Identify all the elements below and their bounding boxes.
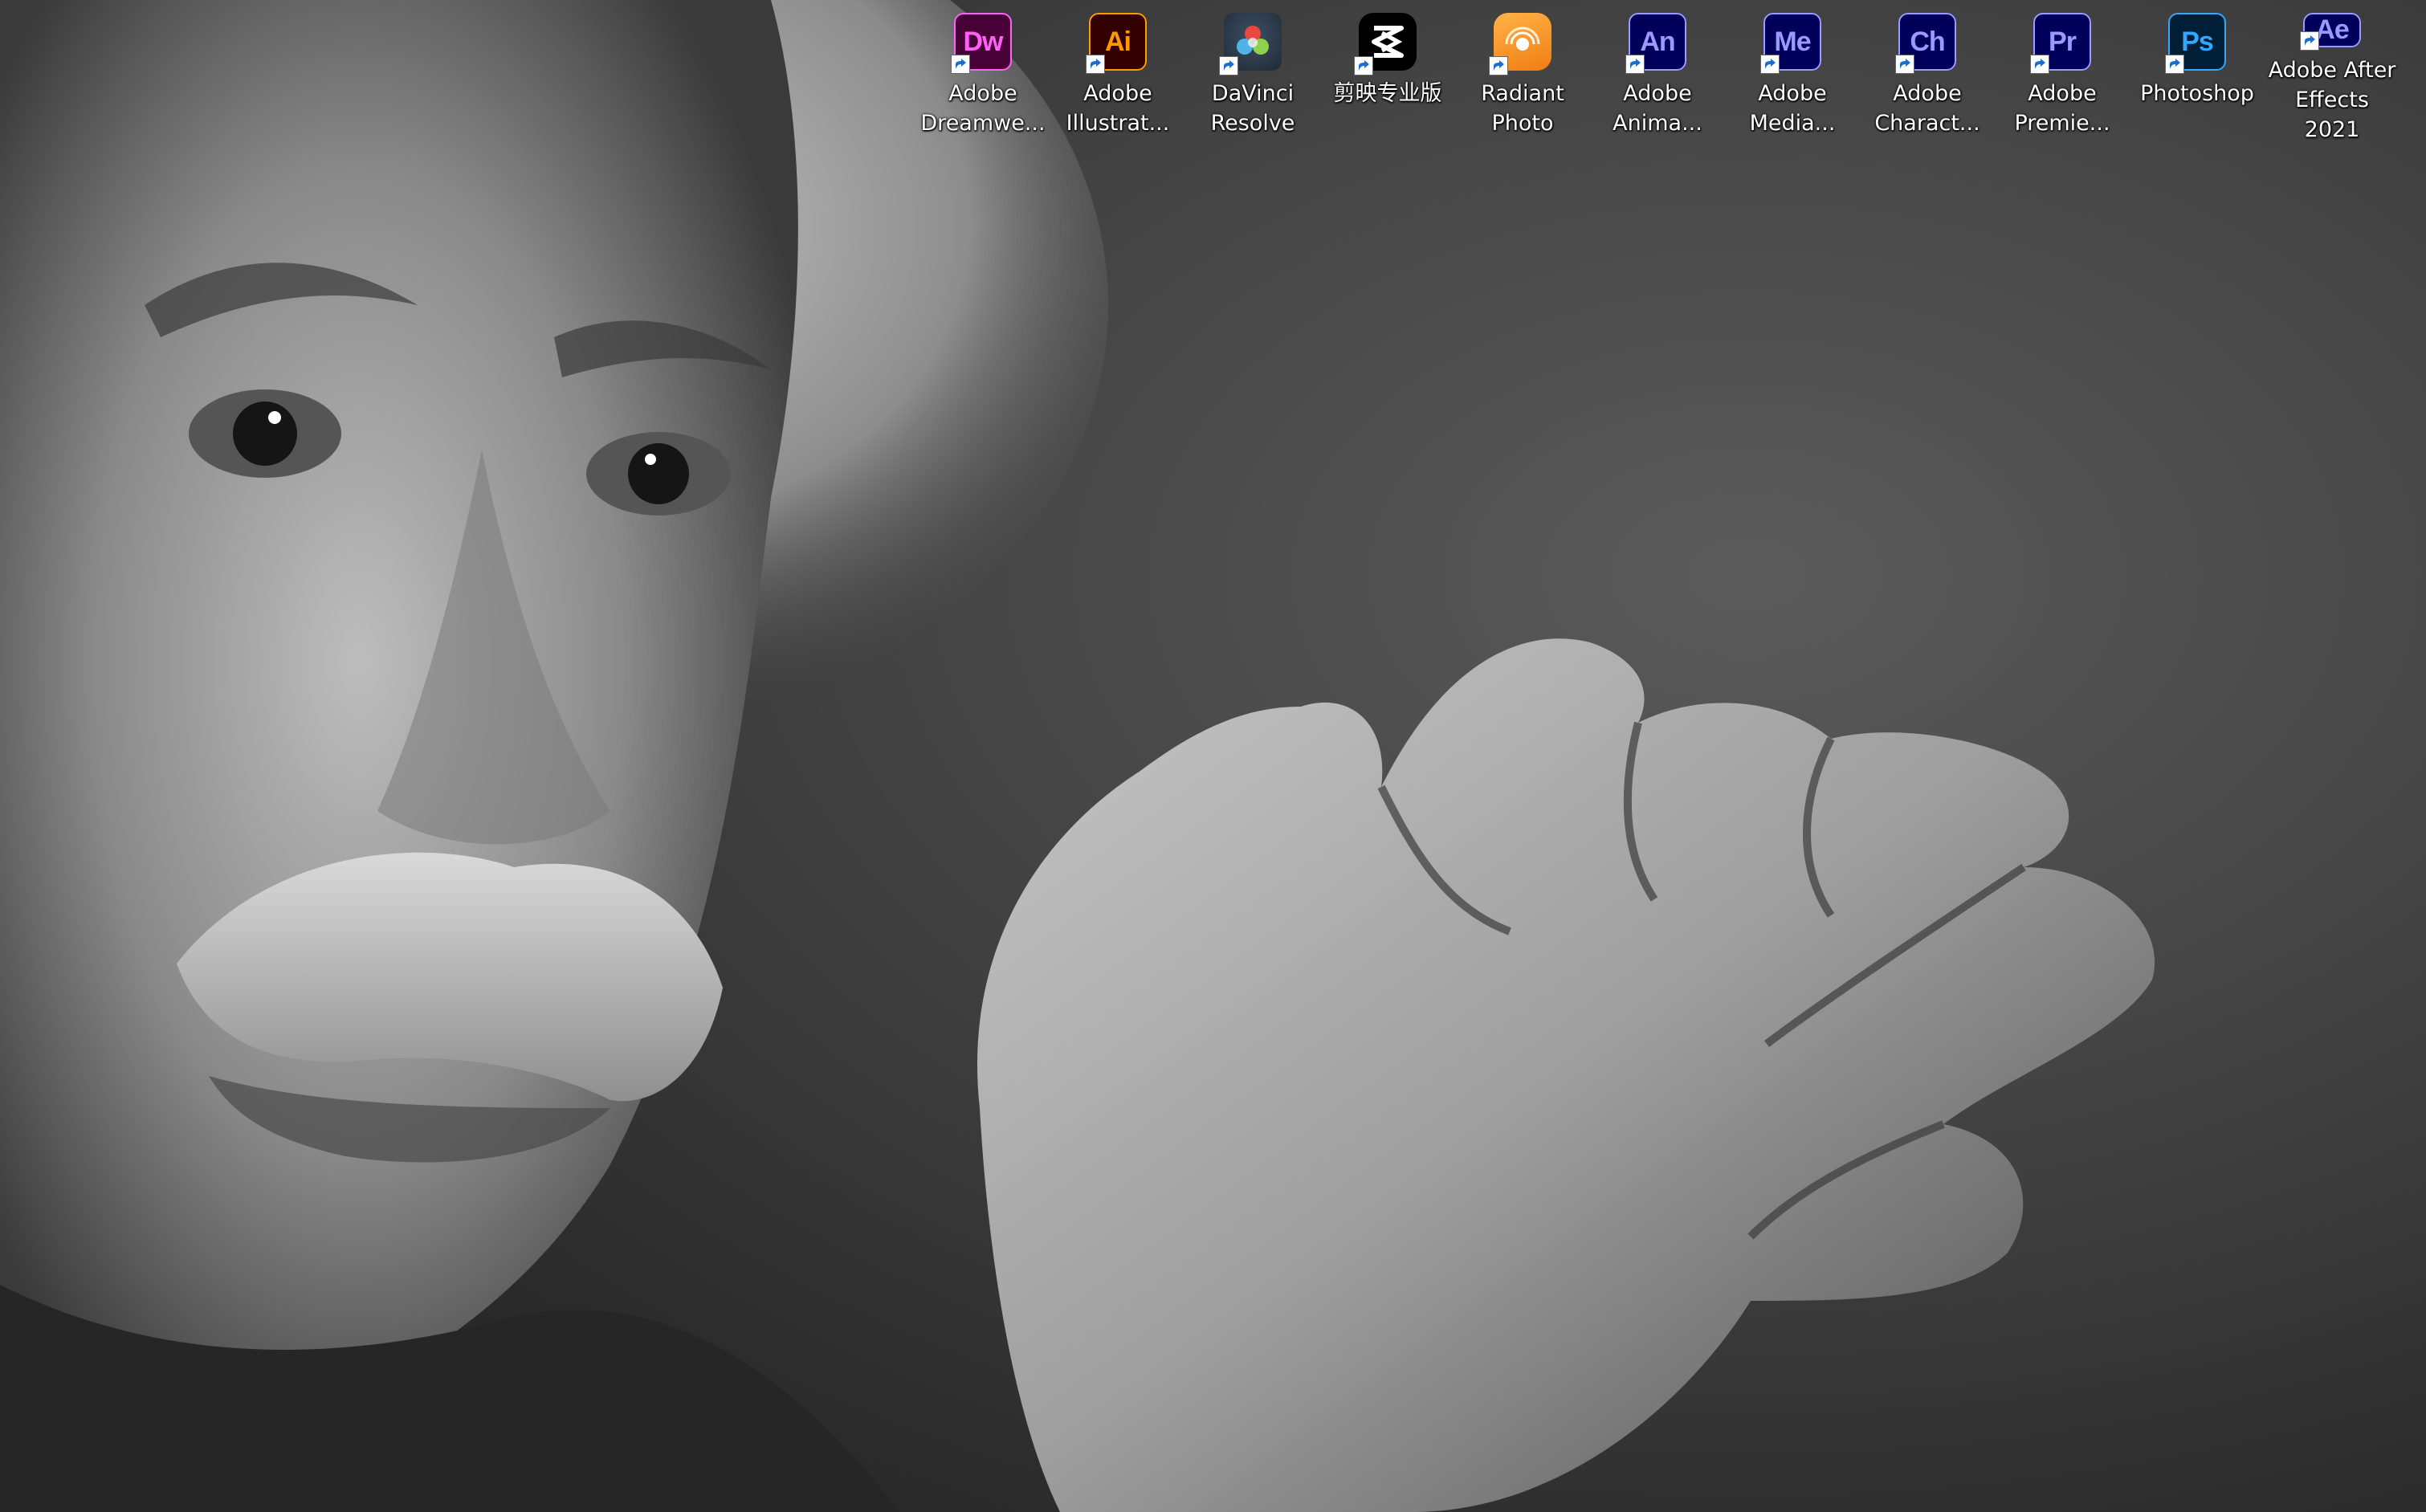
icon-glyph: Ch [1910,26,1945,57]
icon-glyph: Ae [2315,14,2349,45]
shortcut-arrow-icon [1625,55,1645,74]
icon-glyph: An [1640,26,1675,57]
icon-glyph: Ps [2181,26,2214,57]
icon-glyph: Dw [963,26,1004,57]
icon-label: Adobe Illustrat... [1066,81,1170,136]
shortcut-arrow-icon [1219,56,1238,75]
desktop-icon-dreamweaver[interactable]: Dw Adobe Dreamwe... [915,8,1050,145]
shortcut-arrow-icon [2030,55,2049,74]
icon-label: 剪映专业版 [1333,81,1442,106]
icon-glyph: Pr [2049,26,2077,57]
desktop[interactable]: Dw Adobe Dreamwe... Ai Adobe Illustrat..… [0,0,2426,1512]
shortcut-arrow-icon [1354,56,1373,75]
desktop-icon-jianying[interactable]: 剪映专业版 [1320,8,1455,145]
jianying-icon [1354,13,1417,75]
radiant-photo-icon [1489,13,1551,75]
icon-label: DaVinci Resolve [1210,81,1295,136]
shortcut-arrow-icon [2165,55,2184,74]
premiere-icon: Pr [2030,13,2091,74]
icon-label: Adobe Anima... [1613,81,1702,136]
desktop-icon-character-animator[interactable]: Ch Adobe Charact... [1860,8,1995,145]
after-effects-icon: Ae [2300,13,2361,51]
icon-label: Adobe Premie... [2014,81,2110,136]
shortcut-arrow-icon [951,55,970,74]
icon-label: Adobe Dreamwe... [920,81,1046,136]
desktop-icon-davinci-resolve[interactable]: DaVinci Resolve [1185,8,1320,145]
icon-label: Adobe After Effects 2021 [2268,58,2396,142]
shortcut-arrow-icon [1489,56,1508,75]
desktop-icon-animate[interactable]: An Adobe Anima... [1590,8,1725,145]
icon-label: Adobe Charact... [1874,81,1980,136]
icon-label: Photoshop [2140,81,2254,106]
desktop-icons: Dw Adobe Dreamwe... Ai Adobe Illustrat..… [915,8,2424,145]
animate-icon: An [1625,13,1686,74]
icon-label: Radiant Photo [1481,81,1564,136]
shortcut-arrow-icon [1895,55,1914,74]
shortcut-arrow-icon [1086,55,1105,74]
wallpaper-image [0,0,2426,1512]
desktop-icon-illustrator[interactable]: Ai Adobe Illustrat... [1050,8,1185,145]
davinci-resolve-icon [1219,13,1282,75]
icon-glyph: Me [1774,26,1811,57]
media-encoder-icon: Me [1760,13,1821,74]
icon-label: Adobe Media... [1749,81,1836,136]
character-animator-icon: Ch [1895,13,1956,74]
dreamweaver-icon: Dw [951,13,1012,74]
desktop-icon-after-effects[interactable]: Ae Adobe After Effects 2021 [2265,8,2399,145]
desktop-icon-radiant-photo[interactable]: Radiant Photo [1455,8,1590,145]
desktop-icon-media-encoder[interactable]: Me Adobe Media... [1725,8,1860,145]
photoshop-icon: Ps [2165,13,2226,74]
shortcut-arrow-icon [2300,31,2319,51]
desktop-icon-premiere[interactable]: Pr Adobe Premie... [1995,8,2130,145]
illustrator-icon: Ai [1086,13,1147,74]
desktop-icon-photoshop[interactable]: Ps Photoshop [2130,8,2265,145]
shortcut-arrow-icon [1760,55,1780,74]
icon-glyph: Ai [1105,26,1131,57]
